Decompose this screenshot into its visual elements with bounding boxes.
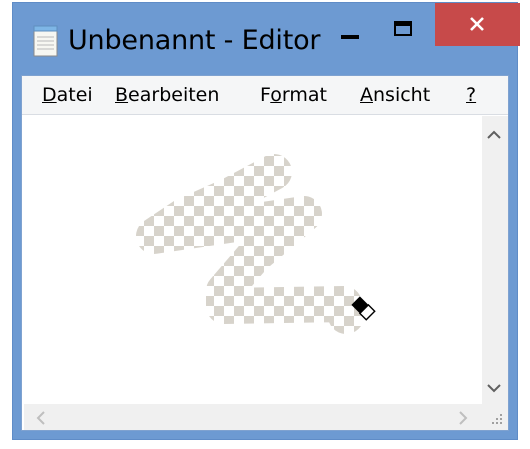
- menu-help[interactable]: ?: [462, 82, 480, 108]
- menu-format-label: rmat: [281, 84, 327, 106]
- menu-ansicht-accesskey: A: [360, 84, 373, 106]
- chevron-right-icon[interactable]: [458, 410, 468, 429]
- window-title: Unbenannt - Editor: [68, 25, 321, 56]
- menu-bar: Datei Bearbeiten Format Ansicht ?: [22, 76, 508, 115]
- menu-bearbeiten-accesskey: B: [115, 84, 129, 106]
- horizontal-scrollbar[interactable]: [24, 404, 482, 430]
- menu-bearbeiten[interactable]: Bearbeiten: [111, 82, 223, 108]
- vertical-scrollbar[interactable]: [482, 116, 508, 404]
- client-area: Datei Bearbeiten Format Ansicht ?: [21, 75, 509, 431]
- chevron-up-icon[interactable]: [487, 125, 501, 144]
- menu-datei-label: atei: [56, 84, 93, 106]
- minimize-icon: [341, 35, 359, 39]
- maximize-button[interactable]: [386, 13, 420, 47]
- close-button[interactable]: [435, 3, 520, 46]
- chevron-left-icon[interactable]: [36, 410, 46, 429]
- menu-datei[interactable]: Datei: [38, 82, 97, 108]
- menu-format[interactable]: Format: [256, 82, 331, 108]
- menu-format-prefix: F: [260, 84, 271, 106]
- editor-window: Unbenannt - Editor Datei Bearbeiten Form…: [12, 2, 520, 440]
- erased-stroke: [136, 154, 364, 334]
- menu-help-accesskey: ?: [466, 84, 477, 106]
- text-area[interactable]: [24, 116, 482, 404]
- menu-ansicht-label: nsicht: [373, 84, 431, 106]
- maximize-icon: [394, 21, 412, 36]
- menu-bearbeiten-label: earbeiten: [128, 84, 220, 106]
- notepad-icon[interactable]: [33, 25, 59, 57]
- menu-ansicht[interactable]: Ansicht: [356, 82, 434, 108]
- close-icon: [470, 17, 484, 31]
- erased-canvas: [136, 154, 376, 334]
- minimize-button[interactable]: [334, 19, 368, 53]
- chevron-down-icon[interactable]: [487, 378, 501, 397]
- menu-datei-accesskey: D: [42, 84, 57, 106]
- title-bar[interactable]: Unbenannt - Editor: [13, 3, 520, 75]
- size-grip-icon[interactable]: [482, 404, 508, 430]
- menu-format-accesskey: o: [270, 84, 282, 106]
